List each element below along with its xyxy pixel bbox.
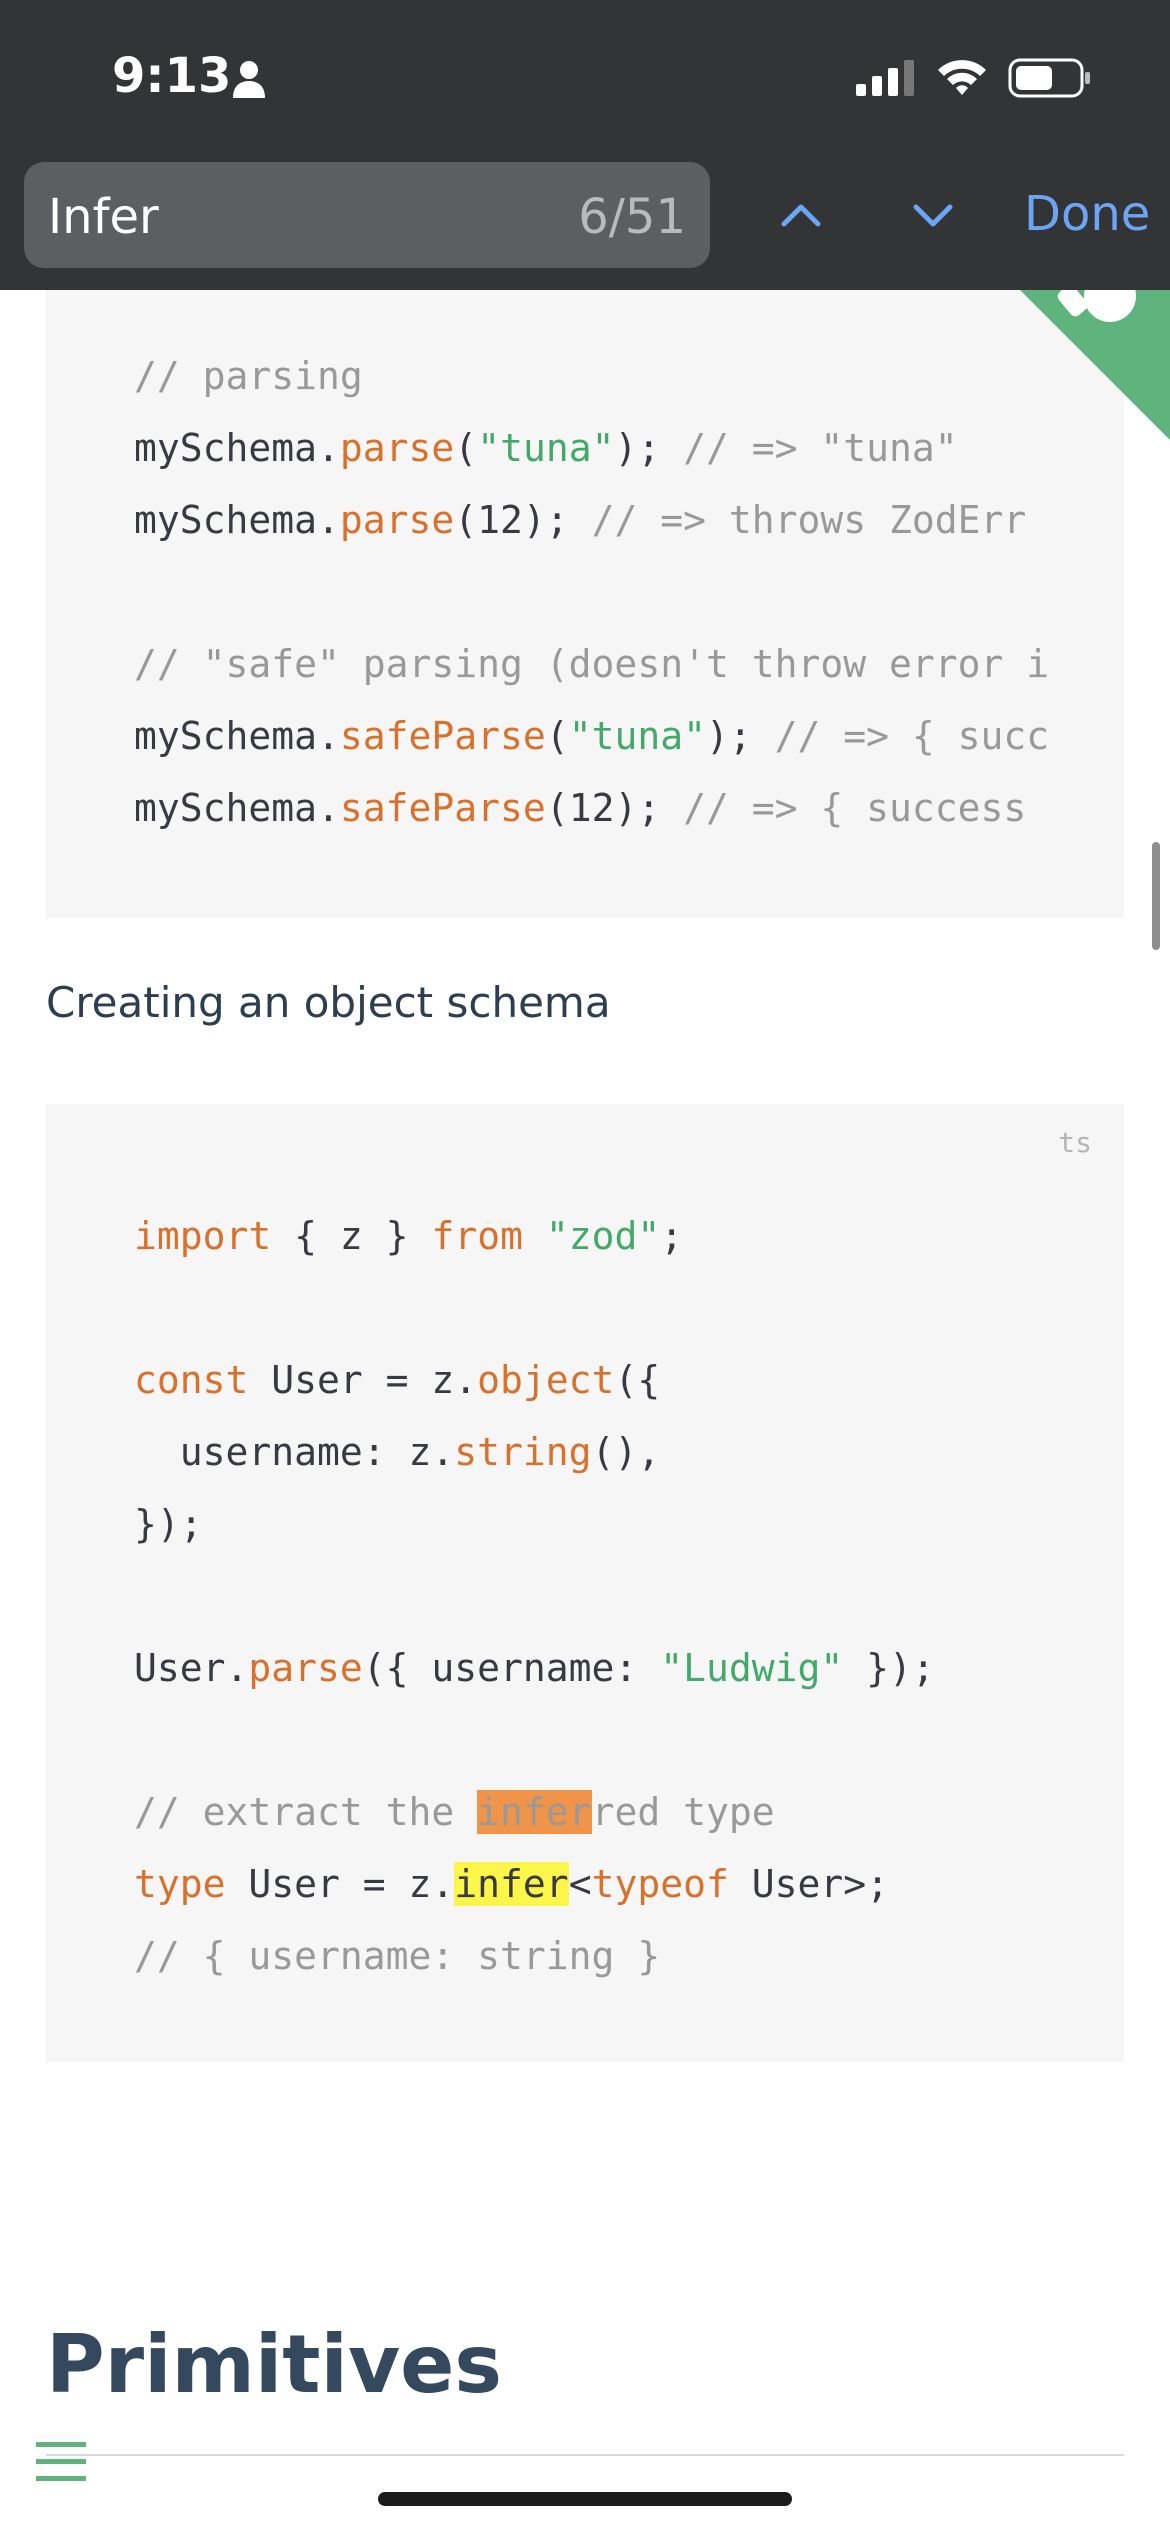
github-corner-icon[interactable]: [1000, 290, 1170, 440]
code-block-object-schema: ts import { z } from "zod"; const User = …: [46, 1104, 1124, 2062]
code-token: parse: [339, 498, 455, 542]
code-line: // "safe" parsing (doesn't throw error i: [134, 628, 1094, 700]
code-token: const: [134, 1358, 249, 1402]
divider: [46, 2454, 1124, 2456]
code-token: username: z.: [134, 1430, 455, 1474]
search-match-highlight: infer: [477, 1790, 592, 1834]
code-token: ({ username:: [362, 1646, 661, 1690]
code-line: username: z.string(),: [134, 1416, 1094, 1488]
code-lines: // parsing mySchema.parse("tuna"); // => …: [134, 340, 1094, 844]
code-line: });: [134, 1488, 1094, 1560]
wifi-icon: [938, 60, 986, 95]
code-token: ;: [660, 1214, 684, 1258]
code-token: "Ludwig": [660, 1646, 844, 1690]
code-token: (: [454, 426, 478, 470]
code-token: // => throws ZodErr: [591, 498, 1027, 542]
cellular-signal-icon: [856, 60, 914, 96]
done-button[interactable]: Done: [1024, 186, 1150, 242]
code-token: safeParse: [339, 714, 546, 758]
code-token: (: [545, 714, 569, 758]
code-token: );: [705, 714, 775, 758]
code-token: safeParse: [339, 786, 546, 830]
code-token: mySchema.: [134, 786, 340, 830]
code-token: User = z.: [225, 1862, 455, 1906]
code-token: // { username: string }: [134, 1934, 661, 1978]
code-lines: import { z } from "zod"; const User = z.o…: [134, 1200, 1094, 1992]
code-token: // parsing: [134, 354, 363, 398]
status-time: 9:13: [112, 48, 232, 104]
subheading-object-schema: Creating an object schema: [46, 978, 611, 1027]
next-match-button[interactable]: [908, 190, 958, 240]
code-token: // => { success: [683, 786, 1027, 830]
code-token: object: [477, 1358, 615, 1402]
match-count: 6/51: [578, 189, 686, 245]
code-token: (),: [591, 1430, 661, 1474]
code-token: parse: [339, 426, 455, 470]
code-line: import { z } from "zod";: [134, 1200, 1094, 1272]
code-line: // { username: string }: [134, 1920, 1094, 1992]
code-token: import: [134, 1214, 272, 1258]
code-token: type: [134, 1862, 226, 1906]
code-token: ({: [614, 1358, 661, 1402]
code-language-label: ts: [1058, 1126, 1092, 1159]
code-token: // => "tuna": [683, 426, 958, 470]
find-query: Infer: [48, 189, 159, 245]
section-title-primitives: Primitives: [46, 2318, 502, 2411]
code-token: "zod": [545, 1214, 661, 1258]
code-token: red type: [591, 1790, 775, 1834]
code-token: });: [134, 1502, 203, 1546]
code-line: mySchema.safeParse("tuna"); // => { succ: [134, 700, 1094, 772]
code-token: from: [431, 1214, 523, 1258]
code-line: // parsing: [134, 340, 1094, 412]
code-token: User = z.: [248, 1358, 478, 1402]
code-token: (12);: [454, 498, 592, 542]
code-token: <: [568, 1862, 592, 1906]
code-token: "tuna": [477, 426, 615, 470]
search-match-highlight: infer: [454, 1862, 569, 1906]
code-token: parse: [248, 1646, 363, 1690]
code-line: mySchema.parse(12); // => throws ZodErr: [134, 484, 1094, 556]
code-token: User>;: [728, 1862, 890, 1906]
code-token: User.: [134, 1646, 249, 1690]
find-input[interactable]: Infer 6/51: [24, 162, 710, 268]
code-line: mySchema.safeParse(12); // => { success: [134, 772, 1094, 844]
person-icon: [233, 61, 265, 98]
code-line: User.parse({ username: "Ludwig" });: [134, 1632, 1094, 1704]
code-block-parsing: // parsing mySchema.parse("tuna"); // => …: [46, 290, 1124, 918]
find-toolbar: 9:13 Infer 6/51 Done: [0, 0, 1170, 290]
code-token: mySchema.: [134, 426, 340, 470]
battery-icon: [1008, 58, 1090, 98]
code-token: mySchema.: [134, 714, 340, 758]
code-token: { z }: [271, 1214, 432, 1258]
code-token: });: [843, 1646, 935, 1690]
code-token: "tuna": [568, 714, 706, 758]
code-line: type User = z.infer<typeof User>;: [134, 1848, 1094, 1920]
menu-icon[interactable]: [36, 2440, 86, 2484]
code-token: // "safe" parsing (doesn't throw error i: [134, 642, 1050, 686]
scrollbar-thumb[interactable]: [1152, 842, 1160, 950]
code-token: string: [454, 1430, 592, 1474]
code-token: // extract the: [134, 1790, 478, 1834]
code-token: );: [614, 426, 684, 470]
code-token: mySchema.: [134, 498, 340, 542]
code-line: const User = z.object({: [134, 1344, 1094, 1416]
previous-match-button[interactable]: [776, 190, 826, 240]
code-token: typeof: [591, 1862, 729, 1906]
code-line: mySchema.parse("tuna"); // => "tuna": [134, 412, 1094, 484]
home-indicator[interactable]: [378, 2492, 792, 2506]
code-token: // => { succ: [774, 714, 1050, 758]
code-token: (12);: [545, 786, 684, 830]
code-line: // extract the inferred type: [134, 1776, 1094, 1848]
